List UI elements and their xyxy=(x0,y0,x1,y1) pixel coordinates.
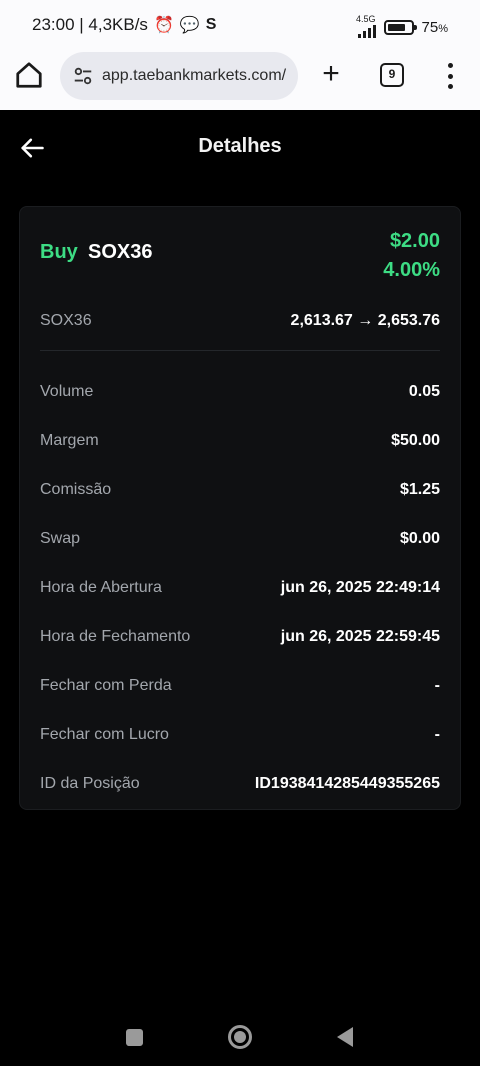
detail-list: Volume 0.05 Margem $50.00 Comissão $1.25… xyxy=(40,367,440,808)
app-header: Detalhes xyxy=(0,110,480,186)
home-circle-icon[interactable] xyxy=(228,1025,252,1049)
trade-detail-card: Buy SOX36 $2.00 4.00% SOX36 2,613.67 → 2… xyxy=(19,206,461,810)
detail-row-close-time: Hora de Fechamento jun 26, 2025 22:59:45 xyxy=(40,612,440,661)
detail-row-margin: Margem $50.00 xyxy=(40,416,440,465)
detail-row-open-time: Hora de Abertura jun 26, 2025 22:49:14 xyxy=(40,563,440,612)
recents-square-icon[interactable] xyxy=(126,1029,143,1046)
address-bar[interactable]: app.taebankmarkets.com/ xyxy=(60,52,298,100)
s-app-icon: S xyxy=(205,16,217,33)
signal-icon: 4.5G xyxy=(356,15,376,40)
tab-count: 9 xyxy=(388,67,396,81)
detail-value: - xyxy=(434,725,440,743)
battery-unit: % xyxy=(438,23,448,35)
detail-value: ID1938414285449355265 xyxy=(254,774,440,792)
new-tab-button[interactable]: + xyxy=(316,57,346,90)
detail-label: ID da Posição xyxy=(40,774,140,792)
tabs-button[interactable]: 9 xyxy=(380,63,404,87)
browser-toolbar: app.taebankmarkets.com/ + 9 xyxy=(0,52,480,110)
more-vert-icon[interactable] xyxy=(440,63,460,89)
detail-label: Hora de Fechamento xyxy=(40,627,191,645)
detail-row-position-id: ID da Posição ID1938414285449355265 xyxy=(40,759,440,808)
home-button[interactable] xyxy=(14,60,46,92)
status-time-speed: 23:00 | 4,3KB/s xyxy=(32,15,148,34)
detail-value: jun 26, 2025 22:59:45 xyxy=(280,627,440,645)
status-right: 4.5G 75% xyxy=(356,15,448,40)
detail-row-volume: Volume 0.05 xyxy=(40,367,440,416)
detail-row-swap: Swap $0.00 xyxy=(40,514,440,563)
home-icon xyxy=(16,62,42,88)
trade-symbol: SOX36 xyxy=(88,241,153,263)
detail-row-take-profit: Fechar com Lucro - xyxy=(40,710,440,759)
detail-value: 0.05 xyxy=(408,382,440,400)
status-bar: 23:00 | 4,3KB/s ⏰ 💬 S 4.5G 75% xyxy=(0,0,480,52)
detail-label: Margem xyxy=(40,431,99,449)
detail-row-stop-loss: Fechar com Perda - xyxy=(40,661,440,710)
detail-value: - xyxy=(434,676,440,694)
trade-side: Buy xyxy=(40,241,78,263)
back-triangle-icon[interactable] xyxy=(337,1027,353,1047)
detail-label: Hora de Abertura xyxy=(40,578,162,596)
divider xyxy=(40,350,440,351)
site-settings-icon[interactable] xyxy=(72,65,94,87)
battery-icon xyxy=(383,20,417,35)
plus-icon: + xyxy=(322,57,340,90)
system-nav-bar xyxy=(0,1010,480,1066)
battery-value: 75 xyxy=(421,19,439,36)
detail-label: Fechar com Perda xyxy=(40,676,172,694)
pnl-percent: 4.00% xyxy=(383,259,440,281)
trade-pnl: $2.00 4.00% xyxy=(383,227,440,285)
detail-label: Comissão xyxy=(40,480,112,498)
price-range: 2,613.67 → 2,653.76 xyxy=(290,312,440,329)
detail-value: jun 26, 2025 22:49:14 xyxy=(280,578,440,596)
url-text[interactable]: app.taebankmarkets.com/ xyxy=(102,67,286,85)
battery-percent: 75% xyxy=(422,19,448,36)
alarm-icon: ⏰ xyxy=(153,17,174,34)
detail-row-commission: Comissão $1.25 xyxy=(40,465,440,514)
price-label: SOX36 xyxy=(40,312,92,329)
detail-label: Swap xyxy=(40,529,81,547)
detail-value: $50.00 xyxy=(391,431,440,449)
price-row: SOX36 2,613.67 → 2,653.76 xyxy=(40,307,440,335)
detail-label: Fechar com Lucro xyxy=(40,725,169,743)
detail-value: $1.25 xyxy=(399,480,440,498)
detail-value: $0.00 xyxy=(399,529,440,547)
chat-icon: 💬 xyxy=(179,17,200,34)
page-title: Detalhes xyxy=(198,135,282,157)
status-left: 23:00 | 4,3KB/s ⏰ 💬 S xyxy=(32,15,216,35)
detail-label: Volume xyxy=(40,382,94,400)
trade-header: Buy SOX36 $2.00 4.00% xyxy=(40,227,440,283)
pnl-amount: $2.00 xyxy=(389,230,440,252)
network-type: 4.5G xyxy=(356,14,376,24)
